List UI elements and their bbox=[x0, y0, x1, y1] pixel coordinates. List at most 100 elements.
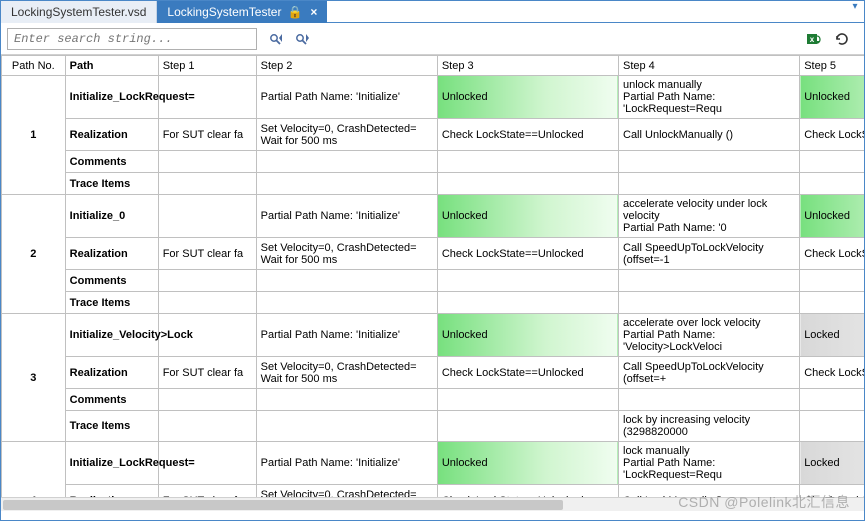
row-label: Comments bbox=[65, 389, 158, 411]
comments-row[interactable]: Comments bbox=[2, 389, 865, 411]
cell bbox=[800, 389, 864, 411]
scroll-thumb[interactable] bbox=[3, 500, 563, 510]
tab-inactive[interactable]: LockingSystemTester.vsd bbox=[1, 1, 157, 23]
path-label: Initialize_0 bbox=[65, 195, 158, 238]
path-no: 1 bbox=[2, 76, 66, 195]
toolbar: x bbox=[1, 23, 864, 55]
cell bbox=[619, 151, 800, 173]
cell bbox=[437, 151, 618, 173]
trace-row[interactable]: Trace Itemslock by increasing velocity (… bbox=[2, 411, 865, 442]
cell bbox=[619, 173, 800, 195]
cell bbox=[158, 270, 256, 292]
col-step1[interactable]: Step 1 bbox=[158, 56, 256, 76]
cell bbox=[437, 411, 618, 442]
trace-row[interactable]: Trace Items bbox=[2, 173, 865, 195]
state-cell: Unlocked bbox=[800, 76, 864, 119]
row-label: Comments bbox=[65, 151, 158, 173]
search-input[interactable] bbox=[7, 28, 257, 50]
cell bbox=[256, 173, 437, 195]
export-excel-icon[interactable]: x bbox=[806, 31, 822, 47]
find-next-icon[interactable] bbox=[295, 31, 311, 47]
path-row[interactable]: 4Initialize_LockRequest=Partial Path Nam… bbox=[2, 442, 865, 485]
path-row[interactable]: 2Initialize_0Partial Path Name: 'Initial… bbox=[2, 195, 865, 238]
row-label: Realization bbox=[65, 485, 158, 498]
cell: Partial Path Name: 'Initialize' bbox=[256, 76, 437, 119]
cell: Partial Path Name: 'Initialize' bbox=[256, 314, 437, 357]
tab-label: LockingSystemTester bbox=[167, 5, 281, 19]
cell bbox=[437, 270, 618, 292]
cell bbox=[437, 292, 618, 314]
row-label: Comments bbox=[65, 270, 158, 292]
cell: Check LockState==Unlocked bbox=[437, 485, 618, 498]
realization-row[interactable]: RealizationFor SUT clear faSet Velocity=… bbox=[2, 238, 865, 270]
state-cell: Unlocked bbox=[800, 195, 864, 238]
cell: For SUT clear fa bbox=[158, 119, 256, 151]
cell: accelerate over lock velocityPartial Pat… bbox=[619, 314, 800, 357]
lock-icon: 🔒 bbox=[287, 5, 302, 19]
tab-label: LockingSystemTester.vsd bbox=[11, 5, 146, 19]
cell bbox=[256, 389, 437, 411]
horizontal-scrollbar[interactable] bbox=[1, 497, 864, 511]
cell: For SUT clear fa bbox=[158, 357, 256, 389]
col-step2[interactable]: Step 2 bbox=[256, 56, 437, 76]
close-icon[interactable]: × bbox=[310, 5, 317, 19]
cell bbox=[256, 411, 437, 442]
cell bbox=[158, 173, 256, 195]
cell: Call SpeedUpToLockVelocity (offset=+ bbox=[619, 357, 800, 389]
cell bbox=[619, 389, 800, 411]
cell bbox=[158, 411, 256, 442]
col-pathno[interactable]: Path No. bbox=[2, 56, 66, 76]
cell bbox=[800, 270, 864, 292]
cell: Partial Path Name: 'Initialize' bbox=[256, 442, 437, 485]
state-cell: Unlocked bbox=[437, 76, 618, 119]
realization-row[interactable]: RealizationFor SUT clear faSet Velocity=… bbox=[2, 119, 865, 151]
path-row[interactable]: 3Initialize_Velocity>LockPartial Path Na… bbox=[2, 314, 865, 357]
cell: Set Velocity=0, CrashDetected=Wait for 5… bbox=[256, 238, 437, 270]
row-label: Realization bbox=[65, 238, 158, 270]
tab-active[interactable]: LockingSystemTester 🔒 × bbox=[157, 1, 327, 23]
state-cell: Unlocked bbox=[437, 442, 618, 485]
refresh-icon[interactable] bbox=[834, 31, 850, 47]
state-cell: Locked bbox=[800, 442, 864, 485]
path-label: Initialize_Velocity>Lock bbox=[65, 314, 158, 357]
comments-row[interactable]: Comments bbox=[2, 270, 865, 292]
col-step5[interactable]: Step 5 bbox=[800, 56, 864, 76]
cell bbox=[158, 151, 256, 173]
cell bbox=[256, 270, 437, 292]
cell: Partial Path Name: 'Initialize' bbox=[256, 195, 437, 238]
realization-row[interactable]: RealizationFor SUT clear faSet Velocity=… bbox=[2, 357, 865, 389]
cell: Check LockState==Unlocked bbox=[437, 238, 618, 270]
tab-overflow-icon[interactable]: ▾ bbox=[846, 1, 864, 22]
cell bbox=[800, 173, 864, 195]
cell: Check LockState==Unlocked bbox=[437, 357, 618, 389]
comments-row[interactable]: Comments bbox=[2, 151, 865, 173]
cell: Set Velocity=0, CrashDetected=Wait for 5… bbox=[256, 357, 437, 389]
cell bbox=[256, 151, 437, 173]
cell bbox=[437, 173, 618, 195]
cell: Call UnlockManually () bbox=[619, 119, 800, 151]
col-path[interactable]: Path bbox=[65, 56, 158, 76]
row-label: Trace Items bbox=[65, 411, 158, 442]
cell bbox=[158, 389, 256, 411]
cell: Check LockState==Locked bbox=[800, 485, 864, 498]
find-prev-icon[interactable] bbox=[269, 31, 285, 47]
cell bbox=[158, 292, 256, 314]
cell: Check LockState==Unlocked bbox=[437, 119, 618, 151]
cell bbox=[800, 292, 864, 314]
grid-scroll[interactable]: Path No. Path Step 1 Step 2 Step 3 Step … bbox=[1, 55, 864, 497]
cell bbox=[619, 292, 800, 314]
cell bbox=[256, 292, 437, 314]
realization-row[interactable]: RealizationFor SUT clear faSet Velocity=… bbox=[2, 485, 865, 498]
path-no: 4 bbox=[2, 442, 66, 498]
cell bbox=[619, 270, 800, 292]
cell: Check LockState==Unlocked bbox=[800, 238, 864, 270]
state-cell: Locked bbox=[800, 314, 864, 357]
col-step3[interactable]: Step 3 bbox=[437, 56, 618, 76]
cell: For SUT clear fa bbox=[158, 485, 256, 498]
path-row[interactable]: 1Initialize_LockRequest=Partial Path Nam… bbox=[2, 76, 865, 119]
header-row: Path No. Path Step 1 Step 2 Step 3 Step … bbox=[2, 56, 865, 76]
cell bbox=[800, 151, 864, 173]
cell: Check LockState==Locked bbox=[800, 357, 864, 389]
col-step4[interactable]: Step 4 bbox=[619, 56, 800, 76]
trace-row[interactable]: Trace Items bbox=[2, 292, 865, 314]
